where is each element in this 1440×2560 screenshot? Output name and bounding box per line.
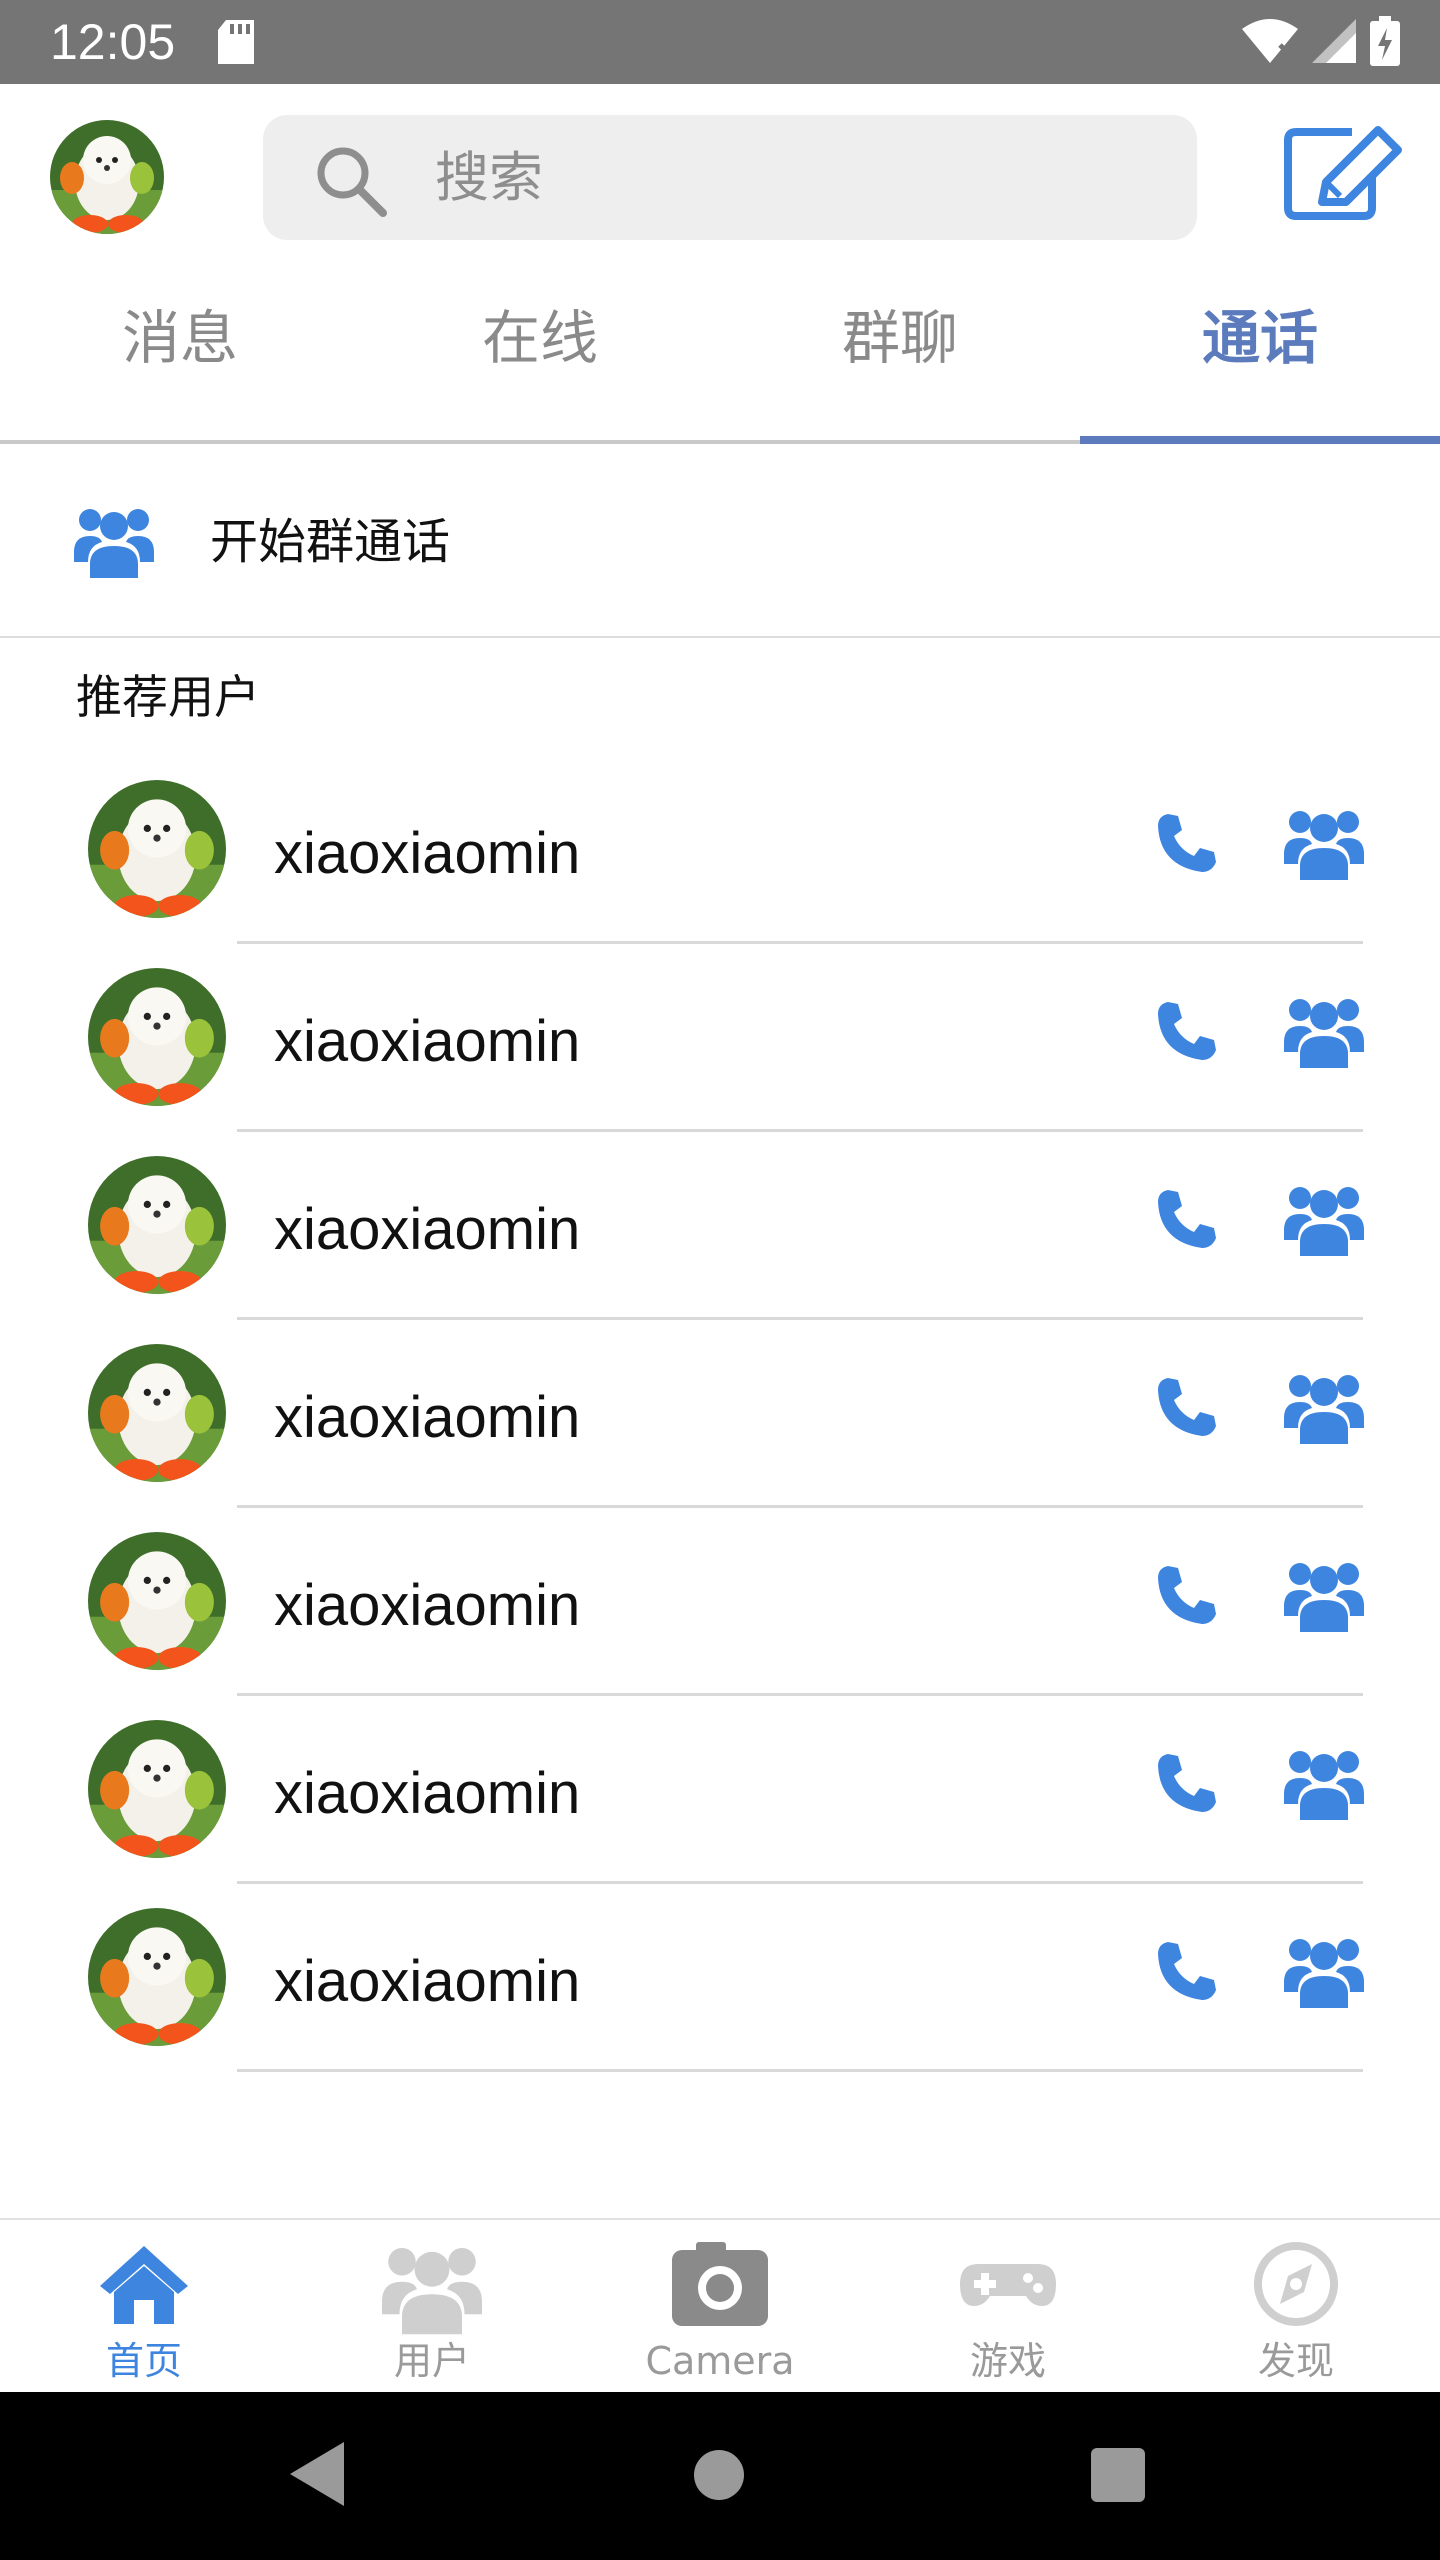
divider <box>237 2069 1363 2072</box>
start-group-call-label: 开始群通话 <box>210 514 451 570</box>
home-icon <box>94 2234 194 2334</box>
tab-messages[interactable]: 消息 <box>0 298 360 378</box>
compass-icon <box>1246 2234 1346 2334</box>
group-call-icon[interactable] <box>1284 1934 1364 2010</box>
user-name: xiaoxiaomin <box>274 1009 581 1074</box>
wifi-icon <box>1242 19 1298 67</box>
back-icon[interactable] <box>290 2442 344 2510</box>
signal-icon <box>1312 19 1356 67</box>
system-nav-bar <box>0 2392 1440 2560</box>
group-call-icon[interactable] <box>1284 994 1364 1070</box>
list-item[interactable]: xiaoxiaomin <box>0 1884 1440 2072</box>
tab-calls[interactable]: 通话 <box>1080 298 1440 378</box>
list-item[interactable]: xiaoxiaomin <box>0 756 1440 944</box>
avatar[interactable] <box>88 1344 226 1482</box>
tab-active-indicator <box>1080 436 1440 444</box>
user-name: xiaoxiaomin <box>274 1573 581 1638</box>
avatar[interactable] <box>88 1720 226 1858</box>
list-item[interactable]: xiaoxiaomin <box>0 1320 1440 1508</box>
status-time: 12:05 <box>50 14 176 70</box>
phone-icon[interactable] <box>1156 1564 1226 1634</box>
nav-users[interactable]: 用户 <box>288 2220 576 2394</box>
recents-icon[interactable] <box>1091 2448 1145 2502</box>
list-item[interactable]: xiaoxiaomin <box>0 1132 1440 1320</box>
nav-home-label: 首页 <box>105 2339 182 2383</box>
gamepad-icon <box>958 2234 1058 2334</box>
nav-users-label: 用户 <box>393 2339 470 2383</box>
tab-group-chat[interactable]: 群聊 <box>720 298 1080 378</box>
start-group-call-row[interactable]: 开始群通话 <box>0 444 1440 638</box>
search-bar[interactable]: 搜索 <box>263 115 1197 240</box>
camera-icon <box>670 2234 770 2334</box>
phone-icon[interactable] <box>1156 1752 1226 1822</box>
bottom-nav: 首页 用户 Camera 游戏 发现 <box>0 2218 1440 2392</box>
tab-bar: 消息 在线 群聊 通话 <box>0 268 1440 444</box>
user-list: xiaoxiaomin xiaoxiaomin xiaoxiaomin xiao… <box>0 756 1440 2072</box>
list-item[interactable]: xiaoxiaomin <box>0 1696 1440 1884</box>
group-call-icon[interactable] <box>1284 1370 1364 1446</box>
avatar[interactable] <box>88 968 226 1106</box>
nav-games-label: 游戏 <box>969 2339 1046 2383</box>
status-bar: 12:05 <box>0 0 1440 84</box>
list-item[interactable]: xiaoxiaomin <box>0 944 1440 1132</box>
nav-camera-label: Camera <box>645 2339 795 2383</box>
user-name: xiaoxiaomin <box>274 821 581 886</box>
phone-icon[interactable] <box>1156 812 1226 882</box>
phone-icon[interactable] <box>1156 1940 1226 2010</box>
avatar[interactable] <box>88 1156 226 1294</box>
phone-icon[interactable] <box>1156 1188 1226 1258</box>
my-avatar[interactable] <box>50 120 164 234</box>
tab-online[interactable]: 在线 <box>360 298 720 378</box>
user-name: xiaoxiaomin <box>274 1761 581 1826</box>
system-icons <box>1242 16 1400 70</box>
nav-games[interactable]: 游戏 <box>864 2220 1152 2394</box>
phone-icon[interactable] <box>1156 1000 1226 1070</box>
phone-icon[interactable] <box>1156 1376 1226 1446</box>
group-call-icon[interactable] <box>1284 1558 1364 1634</box>
avatar[interactable] <box>88 1532 226 1670</box>
group-call-icon[interactable] <box>1284 806 1364 882</box>
user-name: xiaoxiaomin <box>274 1949 581 2014</box>
top-header: 搜索 <box>0 84 1440 268</box>
search-input[interactable]: 搜索 <box>435 143 543 213</box>
list-item[interactable]: xiaoxiaomin <box>0 1508 1440 1696</box>
recommended-users-title: 推荐用户 <box>76 670 260 724</box>
users-icon <box>382 2234 482 2335</box>
avatar[interactable] <box>88 1908 226 2046</box>
user-name: xiaoxiaomin <box>274 1385 581 1450</box>
search-icon <box>313 143 389 223</box>
nav-discover-label: 发现 <box>1257 2339 1334 2383</box>
group-icon <box>74 504 154 582</box>
home-button-icon[interactable] <box>694 2450 744 2500</box>
edit-icon[interactable] <box>1282 126 1402 226</box>
avatar[interactable] <box>88 780 226 918</box>
nav-camera[interactable]: Camera <box>576 2220 864 2394</box>
group-call-icon[interactable] <box>1284 1746 1364 1822</box>
nav-discover[interactable]: 发现 <box>1152 2220 1440 2394</box>
user-name: xiaoxiaomin <box>274 1197 581 1262</box>
nav-home[interactable]: 首页 <box>0 2220 288 2394</box>
sd-card-icon <box>218 20 254 68</box>
battery-charging-icon <box>1370 16 1400 70</box>
group-call-icon[interactable] <box>1284 1182 1364 1258</box>
